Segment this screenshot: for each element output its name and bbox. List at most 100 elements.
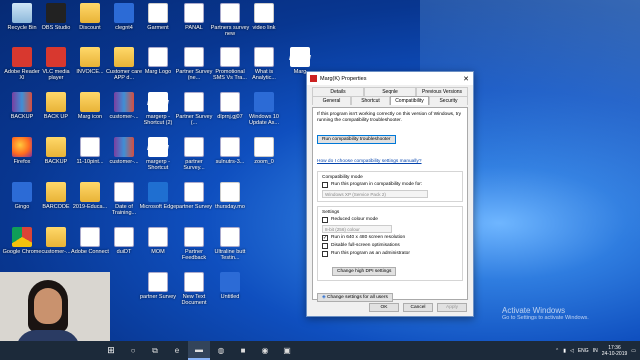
desktop-icon[interactable]: Promotional SMS Vs Tra... — [212, 47, 248, 91]
desktop-icon[interactable]: Customer care APP d... — [106, 47, 142, 91]
desktop-icon[interactable]: sulnutrs-3... — [212, 137, 248, 181]
desktop-icon[interactable]: Date of Training... — [106, 182, 142, 226]
folder-icon — [80, 3, 100, 23]
tab-details[interactable]: Details — [312, 87, 364, 96]
app-taskbar-icon[interactable]: ■ — [232, 341, 254, 360]
desktop-icon-label: New Text Document — [181, 294, 207, 306]
desktop-icon[interactable]: MOM — [140, 227, 176, 271]
desktop-icon[interactable]: What is Analytic... — [246, 47, 282, 91]
colour-depth-select[interactable]: 8-bit (256) colour — [322, 225, 392, 233]
dialog-titlebar[interactable]: Marg(K) Properties ✕ — [307, 72, 473, 85]
desktop-icon[interactable]: Discount — [72, 3, 108, 47]
tab-previous-versions[interactable]: Previous Versions — [416, 87, 468, 96]
desktop-icon[interactable]: customer-... — [38, 227, 74, 271]
tab-seqnle[interactable]: Seqnle — [364, 87, 416, 96]
desktop-icon[interactable]: partner Survey — [176, 182, 212, 226]
desktop-icon[interactable]: OBS Studio — [38, 3, 74, 47]
dialog-footer: OK Cancel Apply — [307, 303, 473, 312]
res-640-checkbox[interactable]: ✓ — [322, 235, 328, 241]
close-icon[interactable]: ✕ — [459, 75, 473, 83]
desktop-icon[interactable]: 2019-Educa... — [72, 182, 108, 226]
cancel-button[interactable]: Cancel — [403, 303, 433, 312]
desktop-icon[interactable]: customer-... — [106, 92, 142, 136]
desktop-icon[interactable]: Adobe Reader XI — [4, 47, 40, 91]
desktop-icon[interactable]: dlprnj.gj07 — [212, 92, 248, 136]
tab-general[interactable]: General — [312, 96, 351, 105]
desktop-icon[interactable]: Windows 10 Update As... — [246, 92, 282, 136]
language-indicator[interactable]: ENG — [578, 348, 589, 354]
desktop-icon[interactable]: zoom_0 — [246, 137, 282, 181]
desktop-icon[interactable]: partner Survey — [140, 272, 176, 316]
recycle-bin-icon — [12, 3, 32, 23]
desktop-icon[interactable]: Recycle Bin — [4, 3, 40, 47]
desktop-icon[interactable]: BACK UP — [38, 92, 74, 136]
obs-taskbar-icon[interactable]: ◉ — [254, 341, 276, 360]
document-icon — [148, 227, 168, 247]
desktop-icon[interactable]: marg margerp - Shortcut — [140, 137, 176, 181]
desktop-icon[interactable]: Partners survey new — [211, 3, 249, 47]
desktop-icon[interactable]: Marg Logo — [140, 47, 176, 91]
desktop-icon[interactable]: VLC media player — [38, 47, 74, 91]
desktop-icon[interactable]: Partner Feedback — [176, 227, 212, 271]
tray-up-arrow-icon[interactable]: ⌃ — [555, 348, 559, 354]
disable-fullscreen-checkbox[interactable] — [322, 243, 328, 249]
desktop-icon[interactable]: BARCODE — [38, 182, 74, 226]
desktop-icon[interactable]: BACKUP — [4, 92, 40, 136]
desktop-icon[interactable]: Untitled — [212, 272, 248, 316]
manual-settings-link[interactable]: How do I choose compatibility settings m… — [317, 159, 422, 164]
apply-button[interactable]: Apply — [437, 303, 467, 312]
desktop-icon[interactable]: thursday.mo — [212, 182, 248, 226]
desktop-icon[interactable]: video link — [246, 3, 282, 47]
tab-compatibility[interactable]: Compatibility — [390, 96, 429, 105]
desktop-icon[interactable]: clegnt4 — [106, 3, 142, 47]
file-explorer-icon[interactable]: ▬ — [188, 341, 210, 360]
marg-icon: marg — [147, 92, 169, 112]
desktop-icon[interactable]: Marg icon — [72, 92, 108, 136]
edge-taskbar-icon[interactable]: e — [166, 341, 188, 360]
desktop-icon[interactable]: customer-... — [106, 137, 142, 181]
desktop-icon-label: Windows 10 Update As... — [249, 114, 279, 126]
tab-security[interactable]: Security — [429, 96, 468, 105]
volume-icon[interactable]: ◁ — [570, 348, 574, 354]
rar-icon — [114, 92, 134, 112]
task-view-icon[interactable]: ⧉ — [144, 341, 166, 360]
all-users-button[interactable]: ◈ Change settings for all users — [317, 293, 393, 302]
desktop-icon[interactable]: New Text Document — [176, 272, 212, 316]
run-troubleshooter-button[interactable]: Run compatibility troubleshooter — [317, 135, 396, 144]
notifications-icon[interactable]: ▭ — [631, 348, 636, 354]
desktop-icon[interactable]: Gingo — [4, 182, 40, 226]
desktop-icon[interactable]: Ultraline butt Testin... — [212, 227, 248, 271]
desktop-icon[interactable]: PANAL — [176, 3, 212, 47]
desktop-icon[interactable]: duiDT — [106, 227, 142, 271]
high-dpi-button[interactable]: Change high DPI settings — [332, 267, 397, 276]
folder-icon — [46, 92, 66, 112]
compat-mode-checkbox[interactable] — [322, 182, 328, 188]
tab-shortcut[interactable]: Shortcut — [351, 96, 390, 105]
ok-button[interactable]: OK — [369, 303, 399, 312]
desktop-icon[interactable]: 11-10pint... — [72, 137, 108, 181]
desktop-icon[interactable]: Partner Survey (... — [176, 92, 212, 136]
desktop-icon[interactable]: partner Survey... — [176, 137, 212, 181]
window-taskbar-icon[interactable]: ▣ — [276, 341, 298, 360]
adobe-icon — [12, 47, 32, 67]
chrome-taskbar-icon[interactable]: ◍ — [210, 341, 232, 360]
desktop-icon[interactable]: Google Chrome — [3, 227, 41, 271]
region-indicator[interactable]: IN — [593, 348, 598, 354]
desktop-icon[interactable]: INVOICE... — [72, 47, 108, 91]
desktop-icon[interactable]: Firefox — [4, 137, 40, 181]
run-as-admin-checkbox[interactable] — [322, 251, 328, 257]
desktop-icon[interactable]: Microsoft Edge — [140, 182, 176, 226]
search-icon[interactable]: ○ — [122, 341, 144, 360]
clock[interactable]: 17:36 24-10-2019 — [602, 345, 628, 357]
folder-icon — [46, 137, 66, 157]
desktop-icon[interactable]: marg margerp - Shortcut (2) — [140, 92, 176, 136]
activate-line1: Activate Windows — [502, 306, 566, 315]
network-icon[interactable]: ▮ — [563, 348, 566, 354]
compat-os-select[interactable]: Windows XP (Service Pack 2) — [322, 190, 428, 198]
desktop-icon[interactable]: BACKUP — [38, 137, 74, 181]
desktop-icon[interactable]: Garment — [140, 3, 176, 47]
desktop-icon[interactable]: Partner Survey (ne... — [176, 47, 212, 91]
reduced-colour-checkbox[interactable] — [322, 217, 328, 223]
start-icon[interactable]: ⊞ — [100, 345, 122, 356]
desktop-icon[interactable]: Adobe Connect — [71, 227, 109, 271]
